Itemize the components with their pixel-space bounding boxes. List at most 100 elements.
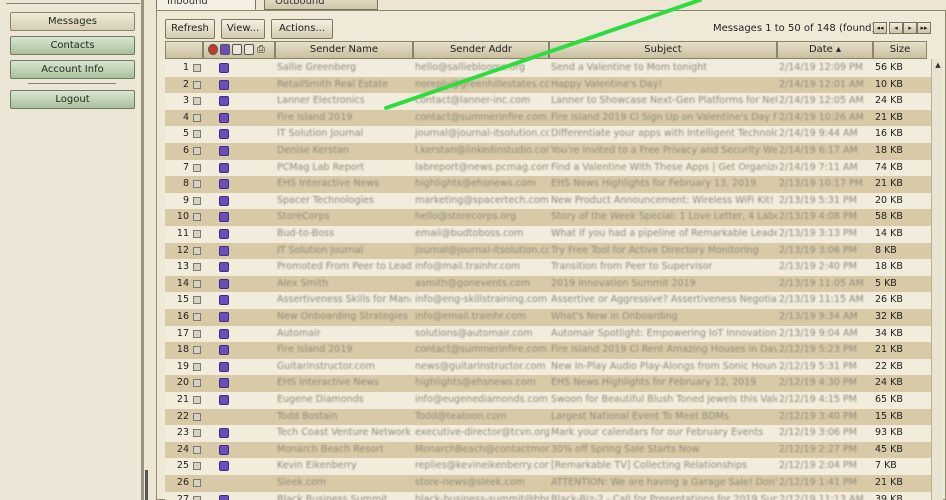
row-checkbox[interactable]	[193, 80, 201, 89]
sender-addr-cell[interactable]: info@email.trainhr.com	[415, 309, 549, 325]
row-checkbox[interactable]	[193, 462, 201, 471]
sender-name-cell[interactable]: Sallie Greenberg	[277, 60, 411, 76]
sidebar-item-account-info[interactable]: Account Info	[10, 60, 135, 79]
sender-addr-cell[interactable]: info@mail.trainhr.com	[415, 259, 549, 275]
sender-addr-cell[interactable]: contact@lanner-inc.com	[415, 93, 549, 109]
sender-name-cell[interactable]: StoreCorps	[277, 209, 411, 225]
table-row[interactable]: 27 Black Business Summit black-business-su…	[165, 491, 931, 500]
sender-name-cell[interactable]: PCMag Lab Report	[277, 160, 411, 176]
sender-name-cell[interactable]: Kevin Eikenberry	[277, 458, 411, 474]
table-row[interactable]: 24 Monarch Beach Resort MonarchBeach@conta…	[165, 441, 931, 459]
sender-name-cell[interactable]: Sleek.com	[277, 475, 411, 491]
sender-name-cell[interactable]: Todd Bostain	[277, 409, 411, 425]
row-checkbox[interactable]	[193, 362, 201, 371]
sender-name-cell[interactable]: RetailSmith Real Estate	[277, 77, 411, 93]
subject-cell[interactable]: Find a Valentine With These Apps | Get O…	[551, 160, 777, 176]
sender-addr-cell[interactable]: l.kerstan@linkedinstudio.com	[415, 143, 549, 159]
subject-cell[interactable]: [Remarkable TV] Collecting Relationships	[551, 458, 777, 474]
tab-inbound-messages[interactable]: Inbound Messages	[156, 0, 256, 21]
status-icon[interactable]	[220, 44, 230, 55]
subject-cell[interactable]: ATTENTION: We are having a Garage Sale! …	[551, 475, 777, 491]
sender-addr-cell[interactable]: news@guitarinstructor.com	[415, 359, 549, 375]
sender-name-cell[interactable]: Lanner Electronics	[277, 93, 411, 109]
col-header-sender-name[interactable]: Sender Name	[275, 41, 413, 59]
sender-name-cell[interactable]: Tech Coast Venture Network	[277, 425, 411, 441]
row-checkbox[interactable]	[193, 495, 201, 500]
table-row[interactable]: 25 Kevin Eikenberry replies@kevineikenberr…	[165, 458, 931, 475]
table-row[interactable]: 15 Assertiveness Skills for Mana info@eng-…	[165, 292, 931, 309]
table-row[interactable]: 5 IT Solution Journal journal@journal-itso…	[165, 126, 931, 143]
sender-name-cell[interactable]: Black Business Summit	[277, 492, 411, 500]
table-row[interactable]: 14 Alex Smith asmith@gonevents.com 2019 Inn…	[165, 275, 931, 293]
row-checkbox[interactable]	[193, 263, 201, 272]
table-row[interactable]: 2 RetailSmith Real Estate noreply@greenhil…	[165, 76, 931, 94]
actions-button[interactable]: Actions...	[271, 19, 333, 39]
sender-addr-cell[interactable]: MonarchBeach@contactmonarch.com	[415, 442, 549, 458]
subject-cell[interactable]: 30% off Spring Sale Starts Now	[551, 442, 777, 458]
row-checkbox[interactable]	[193, 163, 201, 172]
sender-name-cell[interactable]: Spacer Technologies	[277, 193, 411, 209]
row-checkbox[interactable]	[193, 147, 201, 155]
subject-cell[interactable]: New Product Announcement: Wireless WiFi …	[551, 193, 777, 209]
sender-addr-cell[interactable]: asmith@gonevents.com	[415, 276, 549, 292]
row-checkbox[interactable]	[193, 296, 201, 305]
subject-cell[interactable]: Send a Valentine to Mom tonight	[551, 60, 777, 76]
sender-name-cell[interactable]: Denise Kerstan	[277, 143, 411, 159]
table-row[interactable]: 3 Lanner Electronics contact@lanner-inc.co…	[165, 93, 931, 110]
last-page-button[interactable]: ▸▸	[917, 22, 931, 34]
table-row[interactable]: 13 Promoted From Peer to Lead info@mail.tr…	[165, 259, 931, 276]
sidebar-scrollbar[interactable]	[141, 0, 144, 500]
subject-cell[interactable]: Differentiate your apps with Intelligent…	[551, 126, 777, 142]
sender-addr-cell[interactable]: info@eugenediamonds.com	[415, 392, 549, 408]
row-checkbox[interactable]	[193, 130, 201, 139]
sender-name-cell[interactable]: Bud-to-Boss	[277, 226, 411, 242]
sender-addr-cell[interactable]: highlights@ehsnews.com	[415, 375, 549, 391]
sender-name-cell[interactable]: Automair	[277, 326, 411, 342]
table-row[interactable]: 22 Todd Bostain Todd@teatoon.com Largest Na…	[165, 408, 931, 426]
sender-addr-cell[interactable]: highlights@ehsnews.com	[415, 176, 549, 192]
sender-name-cell[interactable]: Fire Island 2019	[277, 110, 411, 126]
sidebar-item-messages[interactable]: Messages	[10, 12, 135, 31]
subject-cell[interactable]: New In-Play Audio Play-Alongs from Sonic…	[551, 359, 777, 375]
subject-cell[interactable]: Try Free Tool for Active Directory Monit…	[551, 243, 777, 259]
row-checkbox[interactable]	[193, 412, 201, 421]
row-checkbox[interactable]	[193, 379, 201, 388]
table-row[interactable]: 12 IT Solution Journal journal@journal-its…	[165, 242, 931, 260]
sender-addr-cell[interactable]: solutions@automair.com	[415, 326, 549, 342]
sender-addr-cell[interactable]: labreport@news.pcmag.com	[415, 160, 549, 176]
table-row[interactable]: 19 Guitarinstructor.com news@guitarinstruc…	[165, 358, 931, 376]
subject-cell[interactable]: EHS News Highlights for February 12, 201…	[551, 375, 777, 391]
subject-cell[interactable]: Transition from Peer to Supervisor	[551, 259, 777, 275]
view-button[interactable]: View...	[221, 19, 265, 39]
subject-cell[interactable]: Mark your calendars for our February Eve…	[551, 425, 777, 441]
sender-addr-cell[interactable]: replies@kevineikenberry.com	[415, 458, 549, 474]
sender-name-cell[interactable]: IT Solution Journal	[277, 243, 411, 259]
row-checkbox[interactable]	[193, 429, 201, 438]
table-row[interactable]: 18 Fire Island 2019 contact@summerinfire.c…	[165, 342, 931, 359]
sender-name-cell[interactable]: Eugene Diamonds	[277, 392, 411, 408]
sender-addr-cell[interactable]: Todd@teatoon.com	[415, 409, 549, 425]
row-checkbox[interactable]	[193, 313, 201, 321]
subject-cell[interactable]: What's New in Onboarding	[551, 309, 777, 325]
table-row[interactable]: 10 StoreCorps hello@storecorps.org Story of…	[165, 209, 931, 226]
sender-addr-cell[interactable]: hello@sallieblooms.org	[415, 60, 549, 76]
table-row[interactable]: 4 Fire Island 2019 contact@summerinfire.co…	[165, 109, 931, 127]
table-row[interactable]: 11 Bud-to-Boss email@budtoboss.com What if …	[165, 226, 931, 243]
sender-addr-cell[interactable]: noreply@greenhillestates.com	[415, 77, 549, 93]
sender-addr-cell[interactable]: executive-director@tcvn.org	[415, 425, 549, 441]
sender-name-cell[interactable]: IT Solution Journal	[277, 126, 411, 142]
row-checkbox[interactable]	[193, 180, 201, 189]
prev-page-button[interactable]: ◂	[889, 22, 903, 34]
attachment-icon[interactable]: ⎙	[257, 44, 267, 55]
subject-cell[interactable]: You're Invited to a Free Privacy and Sec…	[551, 143, 777, 159]
read-icon[interactable]	[232, 44, 242, 55]
subject-cell[interactable]: Swoon for Beautiful Blush Toned Jewels t…	[551, 392, 777, 408]
subject-cell[interactable]: Automair Spotlight: Empowering IoT Innov…	[551, 326, 777, 342]
row-checkbox[interactable]	[193, 445, 201, 454]
subject-cell[interactable]: Lanner to Showcase Next-Gen Platforms fo…	[551, 93, 777, 109]
sender-addr-cell[interactable]: journal@journal-itsolution.com	[415, 126, 549, 142]
subject-cell[interactable]: EHS News Highlights for February 13, 201…	[551, 176, 777, 192]
sender-name-cell[interactable]: Promoted From Peer to Lead	[277, 259, 411, 275]
sidebar-scroll-thumb[interactable]	[145, 470, 148, 500]
subject-cell[interactable]: Fire Island 2019 Ci Rent Amazing Houses …	[551, 342, 777, 358]
